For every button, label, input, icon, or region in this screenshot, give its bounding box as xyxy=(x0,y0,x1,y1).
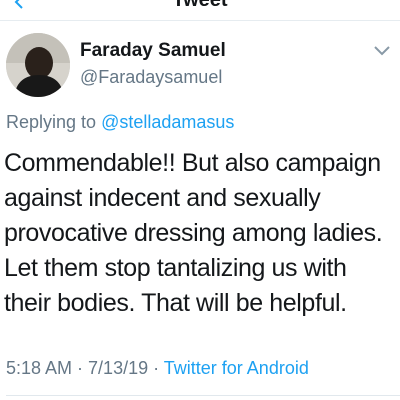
author-handle[interactable]: @Faradaysamuel xyxy=(80,66,222,88)
top-bar: Tweet xyxy=(0,0,400,21)
tweet-meta: 5:18 AM · 7/13/19 · Twitter for Android xyxy=(6,357,309,379)
tweet-time: 5:18 AM xyxy=(6,358,73,378)
replying-prefix: Replying to xyxy=(6,112,102,132)
meta-separator: · xyxy=(72,358,89,378)
divider xyxy=(6,395,400,396)
avatar[interactable] xyxy=(6,33,70,97)
tweet-source-link[interactable]: Twitter for Android xyxy=(164,358,309,378)
author-name[interactable]: Faraday Samuel xyxy=(80,40,226,62)
tweet-text: Commendable!! But also campaign against … xyxy=(4,149,383,317)
chevron-down-icon[interactable] xyxy=(371,43,393,59)
meta-separator: · xyxy=(148,358,164,378)
page-title: Tweet xyxy=(172,0,228,11)
replying-to-link[interactable]: @stelladamasus xyxy=(101,112,234,132)
tweet-date: 7/13/19 xyxy=(88,358,149,378)
replying-to: Replying to @stelladamasus xyxy=(6,111,234,133)
